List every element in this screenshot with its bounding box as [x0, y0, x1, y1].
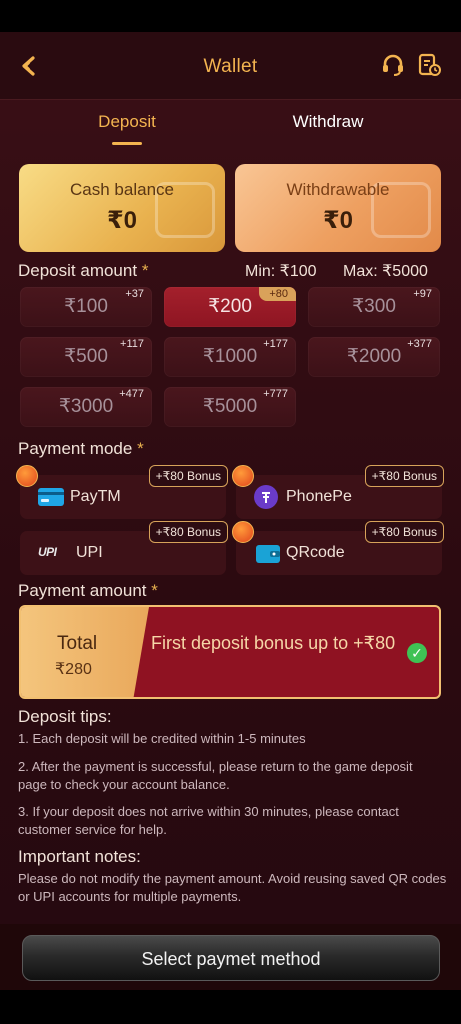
important-notes-text: Please do not modify the payment amount.… — [18, 871, 447, 904]
wallet-icon — [256, 543, 280, 563]
tab-bar: Deposit Withdraw — [0, 112, 461, 152]
amount-bonus: +97 — [413, 288, 432, 300]
amount-option-2000[interactable]: ₹2000 +377 — [308, 337, 440, 377]
amount-bonus: +477 — [119, 388, 144, 400]
tab-underline — [112, 142, 142, 145]
amount-bonus: +377 — [407, 338, 432, 350]
amount-option-300[interactable]: ₹300 +97 — [308, 287, 440, 327]
bonus-badge: +₹80 Bonus — [148, 465, 228, 487]
card-icon — [38, 487, 64, 507]
bonus-badge: +₹80 Bonus — [148, 521, 228, 543]
payment-method-qrcode[interactable]: QRcode +₹80 Bonus — [232, 521, 444, 575]
bonus-badge: +₹80 Bonus — [364, 521, 444, 543]
upi-logo: UPI — [38, 545, 57, 559]
amount-bonus: +37 — [125, 288, 144, 300]
deposit-tips-heading: Deposit tips: — [18, 707, 112, 726]
thumbs-up-icon — [232, 465, 254, 487]
check-icon: ✓ — [407, 643, 427, 663]
deposit-amount-label: Deposit amount * — [18, 261, 149, 280]
amount-bonus: +117 — [120, 338, 144, 350]
thumbs-up-icon — [16, 465, 38, 487]
payment-amount-label: Payment amount * — [18, 581, 158, 600]
required-mark: * — [141, 261, 149, 280]
amount-option-200[interactable]: ₹200 +80 — [164, 287, 296, 327]
select-payment-method-button[interactable]: Select paymet method — [22, 935, 440, 981]
header: Wallet — [0, 32, 461, 100]
withdrawable-label: Withdrawable — [286, 180, 390, 199]
amount-option-3000[interactable]: ₹3000 +477 — [20, 387, 152, 427]
amount-option-1000[interactable]: ₹1000 +177 — [164, 337, 296, 377]
thumbs-up-icon — [232, 521, 254, 543]
first-deposit-bonus-text: First deposit bonus up to +₹80 — [151, 633, 396, 653]
phonepe-icon — [254, 485, 278, 509]
payment-method-name: PhonePe — [286, 488, 352, 505]
cash-balance-label: Cash balance — [70, 180, 174, 199]
amount-bonus: +177 — [263, 338, 288, 350]
amount-option-100[interactable]: ₹100 +37 — [20, 287, 152, 327]
min-amount: Min: ₹100 — [245, 263, 317, 280]
payment-method-paytm[interactable]: PayTM +₹80 Bonus — [16, 465, 228, 519]
withdrawable-card: Withdrawable ₹0 — [235, 164, 441, 252]
amount-option-5000[interactable]: ₹5000 +777 — [164, 387, 296, 427]
required-mark: * — [151, 581, 158, 600]
tab-deposit[interactable]: Deposit — [57, 112, 197, 132]
tip-item: 1. Each deposit will be credited within … — [18, 731, 306, 746]
required-mark: * — [137, 439, 144, 458]
withdrawable-value: ₹0 — [322, 207, 354, 234]
tab-withdraw[interactable]: Withdraw — [258, 112, 398, 132]
max-amount: Max: ₹5000 — [343, 263, 428, 280]
amount-bonus: +777 — [263, 388, 288, 400]
headset-icon[interactable] — [380, 52, 406, 78]
payment-amount-box: Total ₹280 First deposit bonus up to +₹8… — [19, 605, 441, 699]
payment-method-name: PayTM — [70, 488, 121, 505]
payment-method-phonepe[interactable]: PhonePe +₹80 Bonus — [232, 465, 444, 519]
wallet-screen: Wallet Deposit Withdraw Cash balance ₹0 … — [0, 32, 461, 990]
tip-item: 3. If your deposit does not arrive withi… — [18, 804, 399, 837]
payment-mode-label: Payment mode * — [18, 439, 144, 458]
cash-balance-value: ₹0 — [106, 207, 138, 234]
amount-option-500[interactable]: ₹500 +117 — [20, 337, 152, 377]
cash-balance-card: Cash balance ₹0 — [19, 164, 225, 252]
payment-method-name: UPI — [76, 544, 103, 561]
payment-method-upi[interactable]: UPI UPI +₹80 Bonus — [20, 521, 228, 575]
payment-method-name: QRcode — [286, 544, 345, 561]
amount-bonus: +80 — [259, 287, 296, 301]
total-label: Total — [57, 633, 98, 654]
bonus-badge: +₹80 Bonus — [364, 465, 444, 487]
important-notes-heading: Important notes: — [18, 847, 141, 866]
total-value: ₹280 — [55, 661, 92, 678]
record-icon[interactable] — [416, 52, 442, 78]
tip-item: 2. After the payment is successful, plea… — [18, 759, 413, 792]
